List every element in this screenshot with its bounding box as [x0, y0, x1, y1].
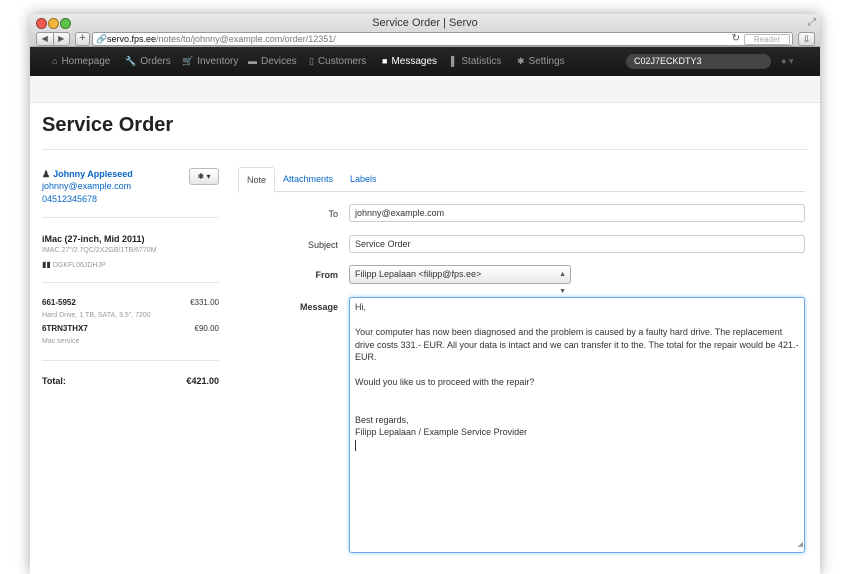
message-textarea[interactable]: Hi, Your computer has now been diagnosed… [349, 297, 805, 553]
select-arrows-icon: ▲ ▼ [559, 271, 566, 295]
nav-item-homepage[interactable]: ⌂ Homepage [52, 47, 110, 76]
browser-titlebar: Service Order | Servo ⤢ ◀ ▶ + 🔗 servo.fp… [30, 14, 820, 47]
reload-icon[interactable]: ↻ [732, 33, 740, 45]
tab-note[interactable]: Note [238, 167, 276, 193]
url-host: servo.fps.ee [107, 34, 157, 44]
search-input[interactable]: C02J7ECKDTY3 [626, 54, 771, 69]
sub-header [30, 76, 820, 103]
user-icon: ♟ [42, 169, 51, 179]
barcode-icon: ▮▮ [42, 260, 51, 269]
tab-attachments[interactable]: Attachments [275, 167, 341, 190]
order-line-description: Mac service [42, 338, 80, 345]
browser-window: Service Order | Servo ⤢ ◀ ▶ + 🔗 servo.fp… [30, 14, 820, 574]
downloads-icon[interactable]: ⇩ [798, 32, 815, 46]
title-divider [42, 149, 807, 150]
message-label: Message [299, 302, 338, 312]
signal-icon: ▌ [451, 56, 458, 66]
customer-name-link[interactable]: ♟ Johnny Appleseed [42, 169, 133, 180]
fullscreen-icon[interactable]: ⤢ [808, 17, 816, 28]
order-line-code: 6TRN3THX7 [42, 324, 88, 333]
sidebar-divider [42, 282, 219, 283]
from-label: From [315, 270, 339, 280]
gear-icon: ✱ [517, 56, 525, 66]
order-line-price: €331.00 [190, 298, 219, 307]
tab-labels[interactable]: Labels [342, 167, 385, 190]
to-field[interactable]: johnny@example.com [349, 204, 805, 222]
url-text: servo.fps.ee/notes/to/johnny@example.com… [107, 33, 336, 45]
nav-item-devices[interactable]: ▬ Devices [248, 47, 297, 76]
page-title: Service Order [42, 114, 174, 136]
nav-item-label: Messages [391, 56, 438, 67]
device-serial: ▮▮ DGKFL06JDHJP [42, 260, 106, 269]
total-value: €421.00 [186, 376, 219, 386]
user-menu[interactable]: ● ▾ [781, 47, 793, 76]
order-line-price: €90.00 [194, 324, 219, 333]
from-select[interactable]: Filipp Lepalaan <filipp@fps.ee> ▲ ▼ [349, 265, 571, 295]
chevron-down-icon: ▾ [788, 56, 794, 66]
cart-icon: 🛒 [182, 56, 194, 66]
home-icon: ⌂ [52, 56, 58, 66]
wrench-icon: 🔧 [125, 56, 137, 66]
nav-item-label: Inventory [197, 56, 239, 67]
address-bar[interactable]: 🔗 servo.fps.ee/notes/to/johnny@example.c… [92, 32, 793, 46]
window-title: Service Order | Servo [372, 17, 478, 29]
nav-item-label: Customers [317, 56, 367, 67]
nav-item-customers[interactable]: ▯ Customers [309, 47, 366, 76]
text-caret [355, 439, 356, 451]
sidebar-divider [42, 217, 219, 218]
nav-item-orders[interactable]: 🔧 Orders [125, 47, 171, 76]
caret-down-icon: ▾ [206, 172, 211, 181]
resize-grip-icon[interactable]: ◢ [798, 539, 803, 552]
forward-icon[interactable]: ▶ [54, 33, 70, 45]
user-icon: ● [781, 56, 787, 66]
gear-icon: ✱ [197, 172, 205, 181]
device-spec: IMAC 27"/2.7QC/2X2GB/1TB/6770M [42, 247, 157, 254]
history-buttons: ◀ ▶ [36, 32, 70, 46]
add-bookmark-button[interactable]: + [75, 32, 90, 46]
customer-phone-link[interactable]: 04512345678 [42, 194, 97, 204]
link-icon: 🔗 [96, 34, 108, 44]
sidebar-divider [42, 360, 219, 361]
reader-button[interactable]: Reader [744, 34, 790, 45]
nav-item-label: Devices [261, 56, 297, 67]
customer-actions-button[interactable]: ✱ ▾ [189, 168, 219, 185]
customer-name: Johnny Appleseed [53, 169, 133, 179]
device-name: iMac (27-inch, Mid 2011) [42, 234, 145, 244]
nav-item-label: Orders [140, 56, 171, 67]
customer-email-link[interactable]: johnny@example.com [42, 181, 131, 191]
order-line-description: Hard Drive, 1 TB, SATA, 3.5", 7200 [42, 312, 151, 319]
message-text: Hi, Your computer has now been diagnosed… [355, 302, 799, 437]
order-line-code: 661-5952 [42, 298, 76, 307]
nav-item-label: Settings [528, 56, 565, 67]
nav-item-messages[interactable]: ■ Messages [382, 47, 437, 76]
comment-icon: ■ [382, 56, 388, 66]
nav-item-label: Homepage [61, 56, 111, 67]
note-tabs: Note Attachments Labels [238, 167, 805, 193]
from-select-value: Filipp Lepalaan <filipp@fps.ee> [355, 269, 482, 279]
nav-item-settings[interactable]: ✱ Settings [517, 47, 565, 76]
to-label: To [328, 209, 338, 219]
nav-item-inventory[interactable]: 🛒 Inventory [182, 47, 238, 76]
main-navbar: ⌂ Homepage 🔧 Orders 🛒 Inventory ▬ Devices ▯ C… [30, 47, 820, 76]
nav-item-statistics[interactable]: ▌ Statistics [451, 47, 501, 76]
device-serial-number: DGKFL06JDHJP [52, 262, 106, 269]
subject-label: Subject [307, 240, 338, 250]
laptop-icon: ▬ [248, 56, 257, 66]
nav-item-label: Statistics [461, 56, 502, 67]
subject-field[interactable]: Service Order [349, 235, 805, 253]
url-path: /notes/to/johnny@example.com/order/12351… [156, 34, 336, 44]
total-label: Total: [42, 376, 66, 386]
book-icon: ▯ [309, 56, 314, 66]
back-icon[interactable]: ◀ [37, 33, 54, 45]
